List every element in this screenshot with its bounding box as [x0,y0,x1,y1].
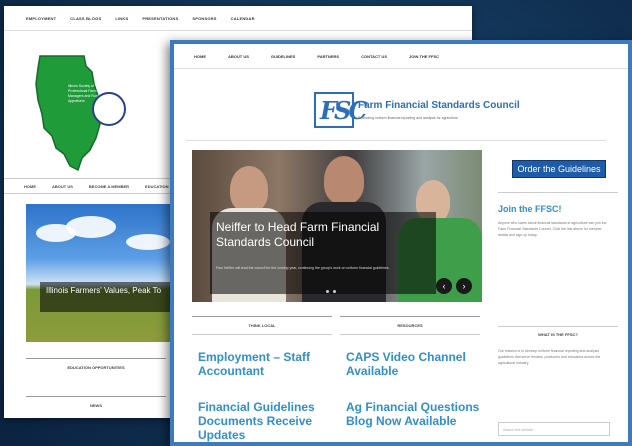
front-nav-item[interactable]: HOME [194,54,206,59]
back-nav-item[interactable]: LINKS [115,16,128,21]
back-hero-image[interactable]: Illinois Farmers' Values, Peak To [26,204,180,342]
back-nav-item[interactable]: CALENDAR [231,16,255,21]
search-input[interactable]: Search this website ... [498,422,610,436]
back-top-nav: EMPLOYMENT CLASS BLOGS LINKS PRESENTATIO… [4,6,472,31]
front-nav-item[interactable]: PARTNERS [317,54,339,59]
back-nav2-item[interactable]: ABOUT US [52,184,73,189]
back-nav-item[interactable]: PRESENTATIONS [142,16,178,21]
front-nav-item[interactable]: GUIDELINES [271,54,295,59]
post-link[interactable]: Ag Financial Questions Blog Now Availabl… [346,400,486,428]
front-website-window: HOME ABOUT US GUIDELINES PARTNERS CONTAC… [170,40,632,446]
back-nav-item[interactable]: SPONSORS [192,16,216,21]
cloud-shape [66,216,116,238]
order-guidelines-button[interactable]: Order the Guidelines [512,160,606,178]
back-nav-item[interactable]: EMPLOYMENT [26,16,56,21]
org-tagline: Promoting uniform financial reporting an… [358,116,458,120]
next-arrow-icon[interactable]: › [456,278,472,294]
cloud-shape [126,234,170,250]
slide-title[interactable]: Neiffer to Head Farm Financial Standards… [216,220,426,250]
slide-dot[interactable] [333,290,336,293]
back-nav2-item[interactable]: BECOME A MEMBER [89,184,129,189]
join-link[interactable]: Join the FFSC! [498,204,562,214]
front-nav-item[interactable]: CONTACT US [361,54,387,59]
seal-icon [92,92,126,126]
sidebar-divider [498,326,618,327]
slide-text: Paul Neiffer will lead the council for t… [216,266,390,270]
front-nav-item[interactable]: JOIN THE FFSC [409,54,439,59]
post-link[interactable]: CAPS Video Channel Available [346,350,486,378]
slide-dots [326,290,336,293]
column-heading: RESOURCES [340,316,480,335]
post-link[interactable]: Employment – Staff Accountant [198,350,338,378]
prev-arrow-icon[interactable]: ‹ [436,278,452,294]
back-nav2-item[interactable]: EDUCATION [145,184,168,189]
back-section-heading: EDUCATION OPPORTUNITIES [26,358,166,370]
back-hero-caption: Illinois Farmers' Values, Peak To [40,282,180,312]
back-nav-item[interactable]: CLASS BLOGS [70,16,101,21]
slide-dot[interactable] [326,290,329,293]
person-photo [230,166,268,212]
header-divider [186,140,606,141]
org-name: Farm Financial Standards Council [358,100,520,111]
front-nav-item[interactable]: ABOUT US [228,54,249,59]
what-heading: WHAT IS THE FFSC? [538,332,578,337]
join-text: Anyone who cares about financial standar… [498,221,607,237]
back-hero-title[interactable]: Illinois Farmers' Values, Peak To [46,286,161,295]
front-top-nav: HOME ABOUT US GUIDELINES PARTNERS CONTAC… [174,44,628,69]
back-section-heading: NEWS [26,396,166,408]
sidebar-divider [498,192,618,193]
fsc-logo[interactable]: FSC [314,92,368,128]
post-link[interactable]: Financial Guidelines Documents Receive U… [198,400,338,442]
person-photo [324,156,364,204]
slide-caption: Neiffer to Head Farm Financial Standards… [210,212,436,294]
what-text: Our mission is to develop uniform financ… [498,349,601,365]
back-nav2-item[interactable]: HOME [24,184,36,189]
column-heading: THINK LOCAL [192,316,332,335]
